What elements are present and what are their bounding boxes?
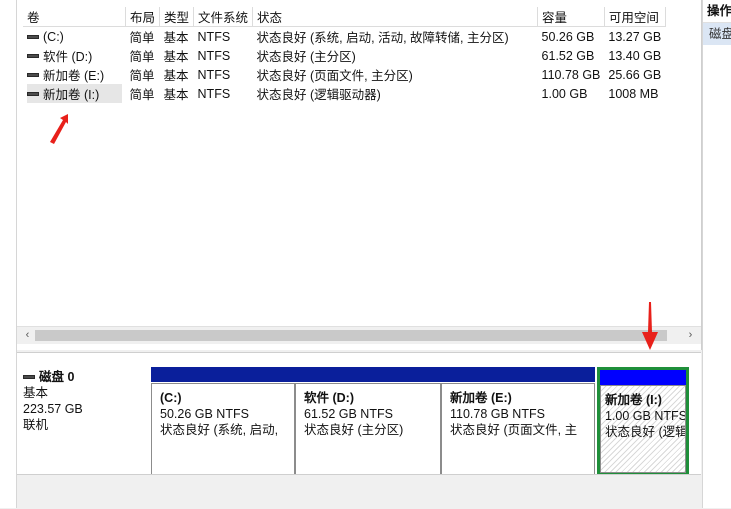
partition-bar: [295, 367, 441, 382]
partition-bar: [151, 367, 295, 382]
navigation-pane-edge: [0, 0, 17, 508]
partition-name: (C:): [160, 391, 182, 405]
partition-c[interactable]: (C:) 50.26 GB NTFS 状态良好 (系统, 启动,: [151, 367, 295, 476]
table-row[interactable]: (C:) 简单 基本 NTFS 状态良好 (系统, 启动, 活动, 故障转储, …: [23, 27, 665, 47]
disk-icon: [23, 375, 35, 379]
partition-i-selected[interactable]: 新加卷 (I:) 1.00 GB NTFS 状态良好 (逻辑驱动器): [597, 367, 689, 476]
volume-icon: [27, 34, 39, 39]
partition-status: 状态良好 (主分区): [304, 423, 404, 437]
status-cell: 状态良好 (主分区): [256, 50, 356, 64]
annotation-arrow-icon: [50, 114, 68, 144]
column-header-filesystem[interactable]: 文件系统: [193, 7, 254, 27]
table-row[interactable]: 软件 (D:) 简单 基本 NTFS 状态良好 (主分区) 61.52 GB 1…: [23, 46, 665, 65]
disk-type: 基本: [23, 386, 49, 400]
type-cell: 基本: [163, 69, 189, 83]
partition-name: 新加卷 (E:): [450, 391, 512, 405]
type-cell: 基本: [163, 88, 189, 102]
volume-table: 卷 布局 类型 文件系统 状态 容量 可用空间 (C:) 简单 基本 NTFS …: [23, 7, 666, 103]
partition-bar: [441, 367, 595, 382]
partition-e[interactable]: 新加卷 (E:) 110.78 GB NTFS 状态良好 (页面文件, 主: [441, 367, 595, 476]
partition-name: 新加卷 (I:): [605, 393, 662, 407]
partition-status: 状态良好 (系统, 启动,: [160, 423, 279, 437]
volume-name-cell-selected: 新加卷 (I:): [27, 84, 122, 103]
partition-size-fs: 50.26 GB NTFS: [160, 407, 249, 421]
layout-cell: 简单: [129, 69, 155, 83]
partition-status: 状态良好 (页面文件, 主: [450, 423, 578, 437]
free-space-cell: 13.27 GB: [608, 29, 662, 44]
capacity-cell: 1.00 GB: [541, 86, 588, 101]
disk-state: 联机: [23, 418, 49, 432]
capacity-cell: 110.78 GB: [541, 67, 601, 82]
table-row[interactable]: 新加卷 (E:) 简单 基本 NTFS 状态良好 (页面文件, 主分区) 110…: [23, 65, 665, 84]
partition-d[interactable]: 软件 (D:) 61.52 GB NTFS 状态良好 (主分区): [295, 367, 441, 476]
volume-icon: [27, 91, 39, 96]
type-cell: 基本: [163, 31, 189, 45]
column-header-layout[interactable]: 布局: [125, 7, 161, 27]
filesystem-cell: NTFS: [197, 86, 231, 101]
free-space-cell: 13.40 GB: [608, 48, 662, 63]
disk-0-header[interactable]: 磁盘 0 基本 223.57 GB 联机: [23, 369, 148, 433]
column-header-status[interactable]: 状态: [252, 7, 539, 27]
status-cell: 状态良好 (系统, 启动, 活动, 故障转储, 主分区): [256, 31, 509, 45]
filesystem-cell: NTFS: [197, 29, 231, 44]
table-header-row: 卷 布局 类型 文件系统 状态 容量 可用空间: [23, 7, 666, 27]
capacity-cell: 61.52 GB: [541, 48, 595, 63]
filesystem-cell: NTFS: [197, 48, 231, 63]
status-cell: 状态良好 (页面文件, 主分区): [256, 69, 413, 83]
layout-cell: 简单: [129, 50, 155, 64]
actions-header: 操作: [703, 0, 731, 23]
free-space-cell: 1008 MB: [608, 86, 659, 101]
scroll-right-arrow-icon[interactable]: ›: [682, 327, 699, 344]
main-area: 卷 布局 类型 文件系统 状态 容量 可用空间 (C:) 简单 基本 NTFS …: [17, 0, 702, 509]
filesystem-cell: NTFS: [197, 67, 231, 82]
partition-name: 软件 (D:): [304, 391, 354, 405]
volume-icon: [27, 53, 39, 58]
horizontal-scrollbar[interactable]: ‹ ›: [17, 326, 701, 344]
table-row[interactable]: 新加卷 (I:) 简单 基本 NTFS 状态良好 (逻辑驱动器) 1.00 GB…: [23, 84, 665, 103]
partition-bar: [600, 370, 686, 385]
column-header-volume[interactable]: 卷: [23, 7, 126, 27]
disk-name: 磁盘 0: [39, 370, 75, 384]
disk-size: 223.57 GB: [23, 402, 83, 416]
status-cell: 状态良好 (逻辑驱动器): [256, 88, 381, 102]
capacity-cell: 50.26 GB: [541, 29, 595, 44]
partition-size-fs: 61.52 GB NTFS: [304, 407, 393, 421]
volume-list-pane: 卷 布局 类型 文件系统 状态 容量 可用空间 (C:) 简单 基本 NTFS …: [17, 0, 702, 350]
layout-cell: 简单: [129, 31, 155, 45]
actions-item-disk[interactable]: 磁盘: [703, 23, 731, 45]
column-header-type[interactable]: 类型: [159, 7, 195, 27]
type-cell: 基本: [163, 50, 189, 64]
column-header-free-space[interactable]: 可用空间: [604, 7, 666, 27]
free-space-cell: 25.66 GB: [608, 67, 662, 82]
volume-name-cell: 软件 (D:): [27, 46, 122, 65]
volume-name-cell: 新加卷 (E:): [27, 65, 122, 84]
partition-size-fs: 110.78 GB NTFS: [450, 407, 545, 421]
scroll-left-arrow-icon[interactable]: ‹: [19, 327, 36, 344]
actions-pane: 操作 磁盘: [702, 0, 731, 508]
annotation-arrow-icon: [642, 302, 658, 350]
volume-name-cell: (C:): [27, 30, 122, 44]
volume-icon: [27, 72, 39, 77]
layout-cell: 简单: [129, 88, 155, 102]
partition-status: 状态良好 (逻辑驱动器): [605, 425, 686, 439]
status-bar: [17, 474, 701, 509]
partition-size-fs: 1.00 GB NTFS: [605, 409, 686, 423]
column-header-capacity[interactable]: 容量: [537, 7, 605, 27]
scrollbar-thumb[interactable]: [35, 330, 667, 341]
